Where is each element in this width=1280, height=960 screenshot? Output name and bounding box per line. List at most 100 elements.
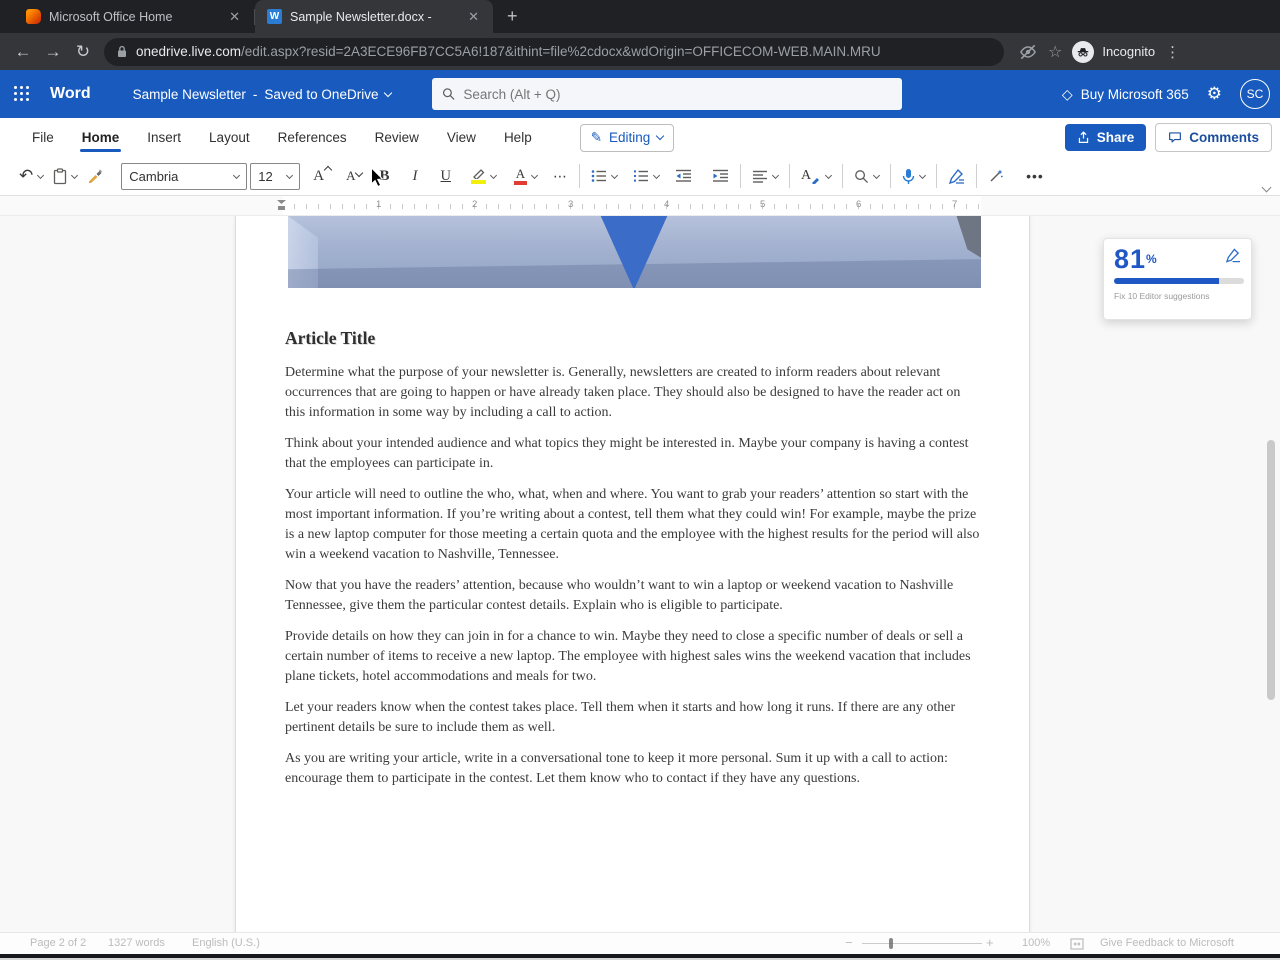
document-title[interactable]: Sample Newsletter (133, 87, 246, 102)
vertical-scrollbar[interactable] (1267, 440, 1275, 700)
search-input[interactable] (463, 86, 892, 102)
chevron-down-icon[interactable] (489, 171, 498, 179)
find-button[interactable] (849, 165, 884, 188)
paragraph[interactable]: Let your readers know when the contest t… (285, 698, 984, 738)
back-button[interactable]: ← (8, 42, 38, 62)
chevron-down-icon[interactable] (384, 88, 393, 97)
chevron-down-icon[interactable] (37, 171, 45, 179)
paragraph[interactable]: Provide details on how they can join in … (285, 627, 984, 687)
bookmark-star-icon[interactable]: ☆ (1048, 42, 1062, 62)
menu-tab-insert[interactable]: Insert (133, 121, 195, 154)
url-host: onedrive.live.com (136, 44, 242, 59)
format-painter-button[interactable] (82, 164, 109, 188)
chevron-down-icon[interactable] (71, 171, 79, 179)
horizontal-ruler[interactable]: 1 2 3 4 5 6 7 (0, 196, 1280, 216)
editing-mode-dropdown[interactable]: ✎ Editing (579, 123, 675, 152)
grow-font-button[interactable]: A (308, 164, 329, 189)
document-canvas: Article Title Determine what the purpose… (0, 216, 1280, 932)
zoom-in-button[interactable]: + (986, 935, 994, 950)
undo-button[interactable]: ↶ (14, 162, 48, 190)
ruler-number: 7 (952, 199, 958, 210)
save-status[interactable]: Saved to OneDrive (264, 87, 378, 102)
eye-off-icon[interactable] (1018, 42, 1038, 62)
editor-score-popup[interactable]: 81% Fix 10 Editor suggestions (1103, 238, 1252, 320)
highlighter-icon (473, 169, 485, 179)
dictate-button[interactable] (897, 164, 930, 189)
chevron-down-icon[interactable] (652, 171, 661, 179)
font-name-select[interactable]: Cambria (121, 162, 248, 190)
forward-button[interactable]: → (38, 42, 68, 62)
numbering-button[interactable] (628, 165, 664, 187)
menu-tab-help[interactable]: Help (490, 121, 546, 154)
chevron-down-icon[interactable] (825, 171, 833, 179)
paragraph[interactable]: Think about your intended audience and w… (285, 434, 984, 474)
paragraph[interactable]: Determine what the purpose of your newsl… (285, 363, 984, 423)
paragraph[interactable]: As you are writing your article, write i… (285, 749, 984, 789)
search-icon (442, 88, 455, 100)
app-launcher-icon[interactable] (14, 86, 30, 102)
chevron-down-icon[interactable] (919, 171, 927, 179)
feedback-link[interactable]: Give Feedback to Microsoft (1100, 937, 1234, 949)
buy-microsoft-365-button[interactable]: ◇ Buy Microsoft 365 (1062, 86, 1189, 103)
chevron-down-icon[interactable] (530, 171, 539, 179)
decrease-indent-button[interactable] (670, 165, 697, 187)
font-size-select[interactable]: 12 (250, 162, 301, 190)
menu-tab-layout[interactable]: Layout (195, 121, 264, 154)
document-body[interactable]: Article Title Determine what the purpose… (285, 326, 984, 800)
browser-menu-icon[interactable]: ⋮ (1165, 43, 1180, 61)
address-bar[interactable]: onedrive.live.com/edit.aspx?resid=2A3ECE… (104, 37, 1004, 66)
close-tab-icon[interactable]: ✕ (464, 8, 483, 26)
comments-button[interactable]: Comments (1155, 123, 1272, 152)
share-icon (1078, 131, 1088, 143)
zoom-level[interactable]: 100% (1022, 937, 1050, 949)
newsletter-banner-image[interactable] (288, 216, 981, 288)
chevron-down-icon[interactable] (771, 171, 780, 179)
zoom-slider-handle[interactable] (889, 938, 893, 949)
menu-tab-review[interactable]: Review (361, 121, 433, 154)
text-highlight-button[interactable] (466, 164, 501, 188)
browser-tab-office-home[interactable]: Microsoft Office Home ✕ (14, 0, 254, 33)
shrink-font-button[interactable]: A (341, 164, 360, 188)
fit-page-icon[interactable] (1070, 938, 1084, 950)
increase-indent-button[interactable] (707, 165, 734, 187)
more-font-options-button[interactable]: ⋯ (548, 164, 573, 189)
chevron-down-icon[interactable] (610, 171, 619, 179)
reload-button[interactable]: ↻ (68, 42, 98, 62)
underline-button[interactable]: U (436, 164, 456, 189)
alignment-button[interactable] (747, 166, 783, 187)
menu-tab-file[interactable]: File (18, 121, 68, 154)
font-color-button[interactable]: A (509, 163, 542, 189)
indent-marker-icon[interactable] (277, 200, 286, 211)
paragraph[interactable]: Your article will need to outline the wh… (285, 485, 984, 565)
word-count[interactable]: 1327 words (108, 937, 165, 949)
menu-tab-references[interactable]: References (264, 121, 361, 154)
chevron-down-icon (233, 171, 241, 179)
paste-button[interactable] (48, 164, 82, 189)
browser-tab-document[interactable]: W Sample Newsletter.docx - ✕ (255, 0, 493, 33)
rewrite-suggestions-button[interactable] (983, 164, 1009, 188)
ruler-number: 1 (376, 199, 382, 210)
chevron-down-icon[interactable] (873, 171, 881, 179)
italic-button[interactable]: I (408, 164, 423, 189)
page-indicator[interactable]: Page 2 of 2 (30, 937, 86, 949)
settings-gear-icon[interactable]: ⚙ (1207, 84, 1222, 104)
article-heading[interactable]: Article Title (285, 326, 984, 350)
more-commands-button[interactable]: ••• (1021, 164, 1049, 188)
menu-tab-home[interactable]: Home (68, 121, 134, 154)
new-tab-button[interactable]: + (507, 6, 518, 27)
language-indicator[interactable]: English (U.S.) (192, 937, 260, 949)
account-avatar[interactable]: SC (1240, 79, 1270, 109)
close-tab-icon[interactable]: ✕ (225, 8, 244, 26)
styles-button[interactable]: A (796, 164, 836, 188)
document-page[interactable]: Article Title Determine what the purpose… (235, 216, 1030, 932)
zoom-slider[interactable] (862, 943, 982, 944)
editor-suggestion-link[interactable]: Fix 10 Editor suggestions (1114, 291, 1241, 301)
collapse-ribbon-icon[interactable] (1261, 182, 1272, 193)
menu-tab-view[interactable]: View (433, 121, 490, 154)
share-button[interactable]: Share (1064, 124, 1147, 151)
zoom-out-button[interactable]: − (845, 935, 853, 950)
search-bar[interactable] (432, 78, 902, 110)
bullets-button[interactable] (586, 165, 622, 187)
paragraph[interactable]: Now that you have the readers’ attention… (285, 576, 984, 616)
editor-button[interactable] (943, 164, 970, 188)
